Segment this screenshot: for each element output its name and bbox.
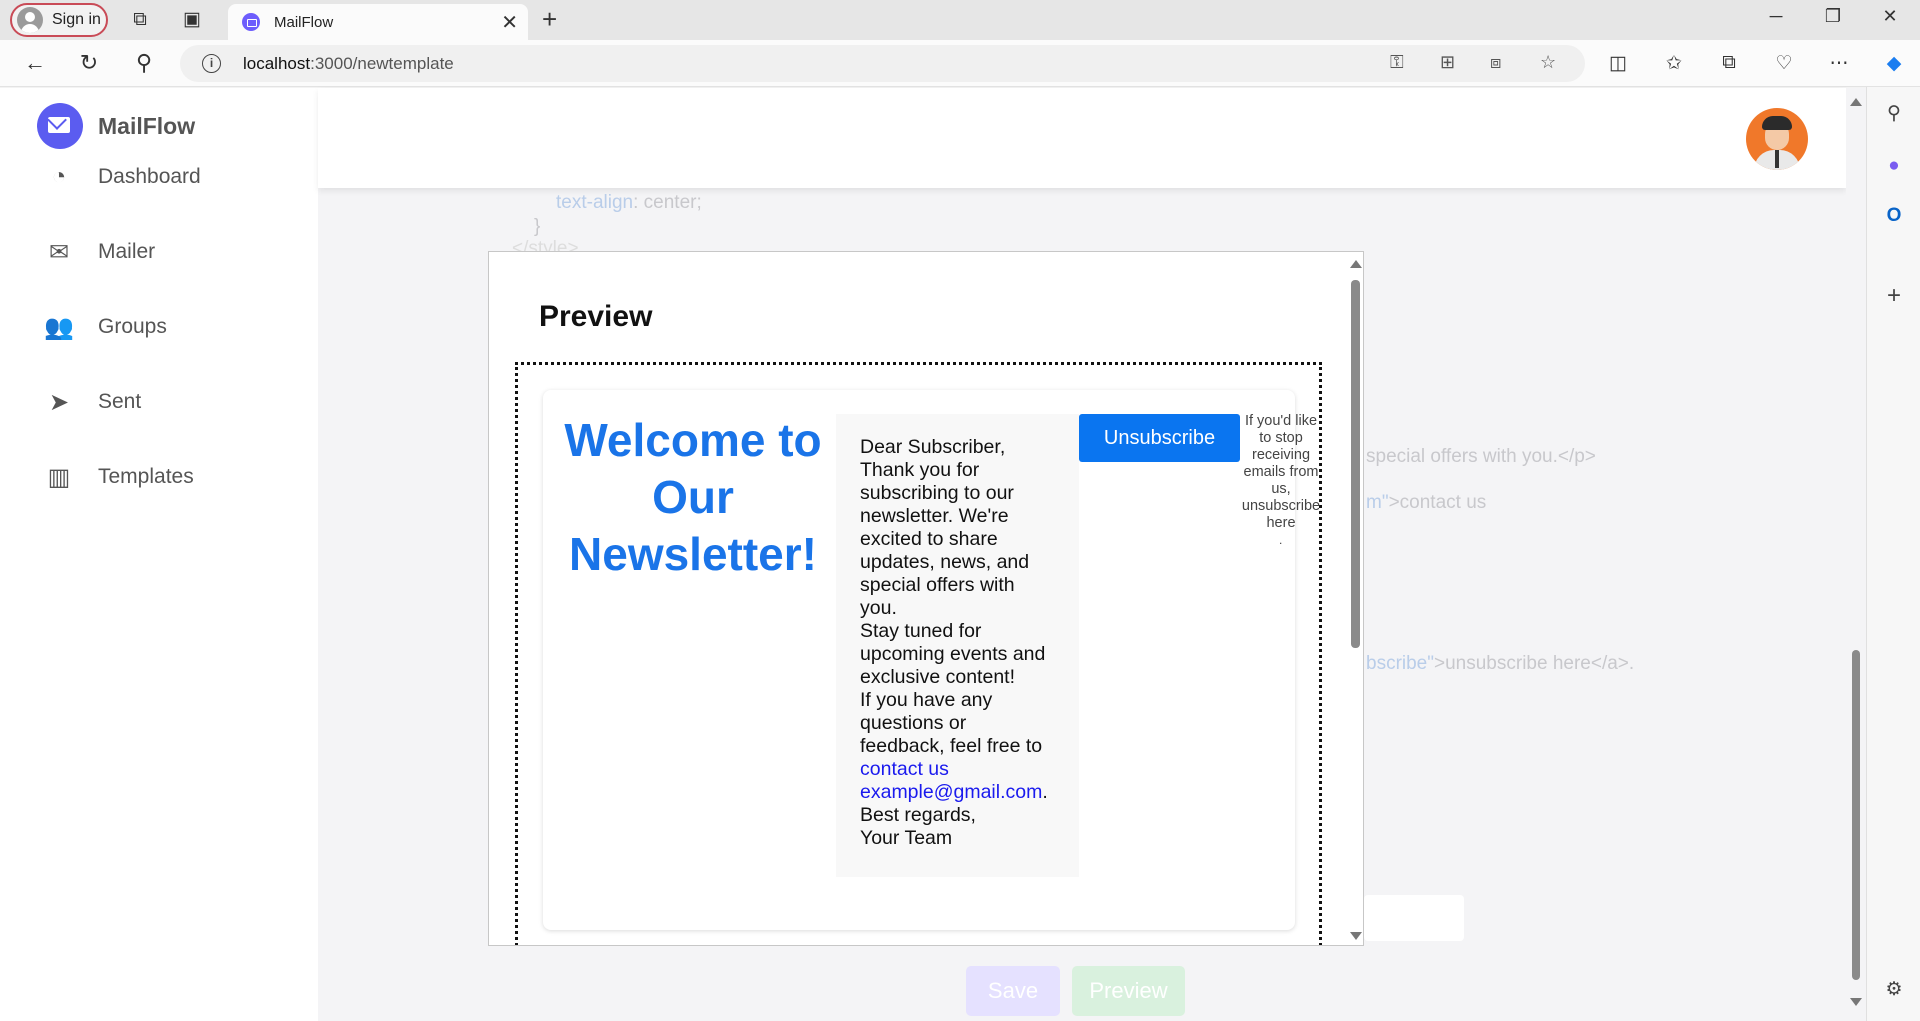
scroll-up-icon[interactable] (1850, 98, 1862, 106)
app-header (318, 88, 1846, 188)
mail-logo-icon (37, 103, 83, 149)
sidebar-item-groups[interactable]: 👥 Groups (44, 312, 167, 342)
address-bar[interactable]: i localhost:3000/newtemplate ⚿ ⊞ ⧈ ☆ (180, 45, 1585, 82)
modal-scrollbar[interactable] (1346, 252, 1363, 945)
sign-in-label: Sign in (52, 11, 101, 28)
profile-icon (17, 7, 43, 33)
body-paragraph: If you have any questions or feedback, f… (860, 689, 1043, 757)
body-paragraph: Stay tuned for upcoming events and exclu… (860, 620, 1046, 688)
email-link[interactable]: example@gmail.com (860, 781, 1042, 803)
app-logo[interactable]: MailFlow (37, 103, 195, 149)
body-paragraph: Thank you for subscribing to our newslet… (860, 459, 1030, 619)
mailer-icon: ✉ (48, 238, 70, 266)
more-menu-icon[interactable]: ⋯ (1825, 52, 1853, 75)
contact-us-link[interactable]: contact us (860, 758, 949, 780)
sidebar-settings-gear-icon[interactable]: ⚙ (1881, 977, 1907, 1003)
refresh-icon[interactable]: ↻ (74, 50, 104, 76)
subject-input[interactable] (1364, 895, 1464, 941)
search-icon[interactable]: ⚲ (129, 50, 159, 76)
groups-icon: 👥 (44, 313, 74, 341)
code-line: bscribe">unsubscribe here</a>. (1366, 653, 1635, 674)
restore-icon[interactable]: ❐ (1818, 6, 1848, 27)
welcome-heading: Welcome to Our Newsletter! (564, 414, 822, 580)
mailflow-favicon-icon (242, 13, 260, 31)
unsubscribe-note: If you'd like to stop receiving emails f… (1241, 413, 1321, 531)
sidebar-item-mailer[interactable]: ✉ Mailer (44, 237, 155, 267)
sidebar-item-label: Sent (98, 390, 142, 413)
dashboard-gauge-icon: ◔ (51, 163, 67, 190)
sidebar-search-icon[interactable]: ⚲ (1881, 101, 1907, 127)
sidebar-item-sent[interactable]: ➤ Sent (44, 387, 141, 417)
app-name: MailFlow (98, 112, 196, 139)
save-button[interactable]: Save (966, 966, 1060, 1016)
tab-actions-icon[interactable]: ▣ (180, 8, 204, 32)
modal-scroll-down-icon[interactable] (1350, 932, 1362, 940)
code-line: special offers with you.</p> (1366, 446, 1596, 467)
page-scrollbar[interactable] (1846, 88, 1866, 1021)
apps-icon[interactable]: ⊞ (1440, 52, 1455, 73)
code-line: } (534, 216, 541, 237)
sign-in-button[interactable]: Sign in (10, 3, 108, 37)
minimize-icon[interactable]: ─ (1761, 6, 1791, 27)
signature: Your Team (860, 827, 953, 849)
user-avatar[interactable] (1746, 108, 1808, 170)
sidebar-add-icon[interactable]: + (1881, 283, 1907, 309)
tab-title: MailFlow (274, 13, 334, 31)
back-arrow-icon[interactable]: ← (20, 50, 50, 76)
new-tab-icon[interactable]: + (542, 4, 557, 35)
sidebar-item-templates[interactable]: ▥ Templates (44, 462, 194, 492)
modal-scroll-up-icon[interactable] (1350, 260, 1362, 268)
sidebar-item-label: Dashboard (98, 165, 201, 188)
modal-scroll-thumb[interactable] (1351, 280, 1360, 648)
paper-plane-icon: ➤ (48, 388, 70, 416)
edge-sidebar: ⚲ ● O + ⚙ (1866, 87, 1920, 1021)
workspaces-icon[interactable]: ⧉ (128, 8, 152, 32)
sidebar-copilot-icon[interactable]: ● (1881, 153, 1907, 179)
email-body: Dear Subscriber, Thank you for subscribi… (836, 414, 1079, 877)
modal-title: Preview (539, 300, 653, 333)
favorite-star-icon[interactable]: ☆ (1540, 52, 1556, 73)
collections-icon[interactable]: ⧉ (1715, 52, 1743, 74)
browser-tab-bar: Sign in ⧉ ▣ MailFlow ✕ + ─ ❐ ✕ (0, 0, 1920, 40)
sidebar-item-label: Groups (98, 315, 167, 338)
sidebar-item-label: Mailer (98, 240, 156, 263)
site-info-icon[interactable]: i (202, 54, 221, 73)
outlook-icon[interactable]: O (1881, 203, 1907, 229)
sidebar-item-dashboard[interactable]: ◔ Dashboard (44, 162, 201, 192)
templates-icon: ▥ (47, 463, 71, 491)
url-path: :3000/newtemplate (310, 53, 454, 73)
copilot-icon[interactable]: ◆ (1880, 52, 1908, 75)
browser-essentials-icon[interactable]: ♡ (1770, 52, 1798, 75)
split-screen-icon[interactable]: ◫ (1604, 52, 1632, 75)
unsubscribe-button[interactable]: Unsubscribe (1079, 414, 1240, 462)
greeting: Dear Subscriber, (860, 436, 1006, 458)
preview-button[interactable]: Preview (1072, 966, 1185, 1016)
code-line: text-align: center; (556, 192, 702, 213)
sidebar-item-label: Templates (98, 465, 194, 488)
scroll-thumb[interactable] (1852, 650, 1860, 980)
closing: Best regards, (860, 804, 976, 826)
scroll-down-icon[interactable] (1850, 998, 1862, 1006)
url-host: localhost (243, 53, 311, 73)
favorites-icon[interactable]: ✩ (1660, 52, 1688, 75)
close-tab-icon[interactable]: ✕ (501, 10, 518, 35)
app-sidebar: MailFlow ◔ Dashboard ✉ Mailer 👥 Groups ➤… (0, 88, 318, 1021)
close-window-icon[interactable]: ✕ (1875, 6, 1905, 27)
code-line: m">contact us (1366, 492, 1487, 513)
unsubscribe-dot: . (1279, 533, 1283, 547)
tab-mailflow[interactable]: MailFlow ✕ (228, 4, 528, 40)
app-available-icon[interactable]: ⧈ (1490, 52, 1501, 73)
preview-modal: Preview Welcome to Our Newsletter! Dear … (488, 251, 1364, 946)
key-icon[interactable]: ⚿ (1390, 52, 1404, 73)
